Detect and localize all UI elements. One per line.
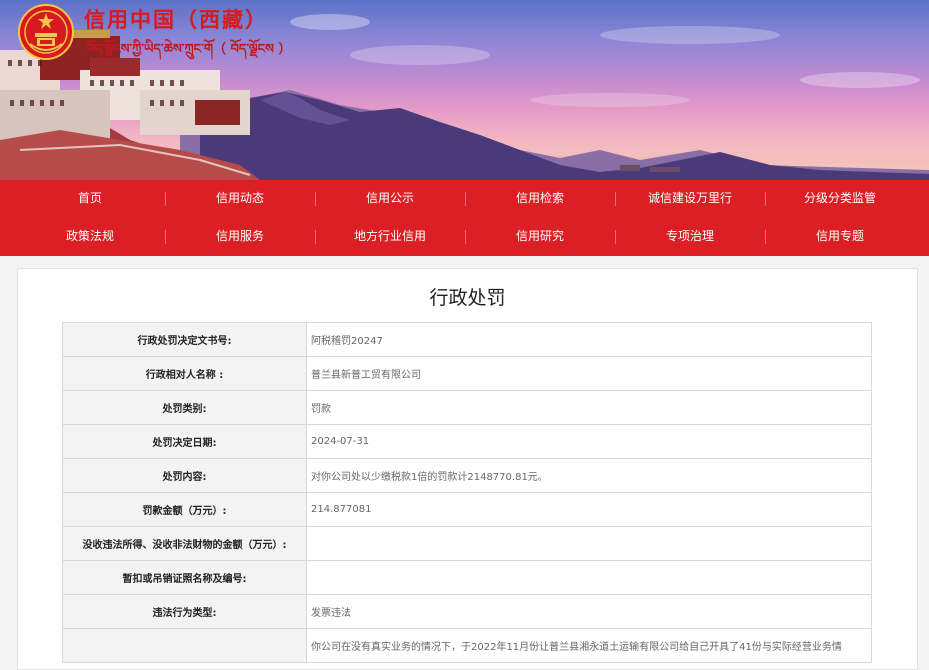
table-row: 罚款金额（万元）: 214.877081 bbox=[62, 492, 872, 527]
national-emblem-icon bbox=[18, 4, 74, 60]
field-value-penalty-content: 对你公司处以少缴税款1倍的罚款计2148770.81元。 bbox=[306, 458, 872, 493]
table-row: 处罚类别: 罚款 bbox=[62, 390, 872, 425]
table-row: 行政相对人名称 : 普兰县新普工贸有限公司 bbox=[62, 356, 872, 391]
nav-item-policies[interactable]: 政策法规 bbox=[15, 218, 165, 256]
field-label-violation-type: 违法行为类型: bbox=[62, 594, 307, 629]
field-label-penalty-content: 处罚内容: bbox=[62, 458, 307, 493]
header-banner: 信用中国（西藏） བོད་ལྗོངས་ཀྱི་ཡིད་ཆེས་ཀྲུང་གོ（ … bbox=[0, 0, 929, 180]
field-label-fine-amount: 罚款金额（万元）: bbox=[62, 492, 307, 527]
nav-item-credit-disclosure[interactable]: 信用公示 bbox=[315, 180, 465, 218]
nav-row-2: 政策法规 信用服务 地方行业信用 信用研究 专项治理 信用专题 bbox=[15, 218, 915, 256]
field-label-confiscation-amount: 没收违法所得、没收非法财物的金额（万元）: bbox=[62, 526, 307, 561]
table-row: 行政处罚决定文书号: 阿税稽罚20247 bbox=[62, 322, 872, 357]
field-value-penalty-category: 罚款 bbox=[306, 390, 872, 425]
nav-item-graded-supervision[interactable]: 分级分类监管 bbox=[765, 180, 915, 218]
table-row: 暂扣或吊销证照名称及编号: bbox=[62, 560, 872, 595]
page-title: 行政处罚 bbox=[429, 287, 506, 309]
table-row: 违法行为类型: 发票违法 bbox=[62, 594, 872, 629]
nav-item-local-industry-credit[interactable]: 地方行业信用 bbox=[315, 218, 465, 256]
nav-item-home[interactable]: 首页 bbox=[15, 180, 165, 218]
field-value-fine-amount: 214.877081 bbox=[306, 492, 872, 527]
field-label-violation-facts bbox=[62, 628, 307, 663]
field-value-violation-type: 发票违法 bbox=[306, 594, 872, 629]
nav-item-special-governance[interactable]: 专项治理 bbox=[615, 218, 765, 256]
nav-item-credit-topics[interactable]: 信用专题 bbox=[765, 218, 915, 256]
detail-card: 行政处罚 行政处罚决定文书号: 阿税稽罚20247 行政相对人名称 : 普兰县新… bbox=[17, 268, 918, 670]
field-label-penalty-category: 处罚类别: bbox=[62, 390, 307, 425]
field-value-confiscation-amount bbox=[306, 526, 872, 561]
table-row: 处罚决定日期: 2024-07-31 bbox=[62, 424, 872, 459]
nav-item-credit-search[interactable]: 信用检索 bbox=[465, 180, 615, 218]
table-row: 处罚内容: 对你公司处以少缴税款1倍的罚款计2148770.81元。 bbox=[62, 458, 872, 493]
field-value-decision-number: 阿税稽罚20247 bbox=[306, 322, 872, 357]
site-subtitle-tibetan: བོད་ལྗོངས་ཀྱི་ཡིད་ཆེས་ཀྲུང་གོ（ བོད་ལྗོངས… bbox=[86, 42, 292, 57]
site-title: 信用中国（西藏） bbox=[84, 8, 268, 32]
field-value-counterparty-name: 普兰县新普工贸有限公司 bbox=[306, 356, 872, 391]
nav-row-1: 首页 信用动态 信用公示 信用检索 诚信建设万里行 分级分类监管 bbox=[15, 180, 915, 218]
table-row: 没收违法所得、没收非法财物的金额（万元）: bbox=[62, 526, 872, 561]
table-row: 你公司在没有真实业务的情况下，于2022年11月份让普兰县湘永道土运输有限公司给… bbox=[62, 628, 872, 663]
field-label-decision-date: 处罚决定日期: bbox=[62, 424, 307, 459]
nav-item-credit-news[interactable]: 信用动态 bbox=[165, 180, 315, 218]
field-label-license-revocation: 暂扣或吊销证照名称及编号: bbox=[62, 560, 307, 595]
nav-item-credit-research[interactable]: 信用研究 bbox=[465, 218, 615, 256]
field-value-violation-facts: 你公司在没有真实业务的情况下，于2022年11月份让普兰县湘永道土运输有限公司给… bbox=[306, 628, 872, 663]
main-navigation: 首页 信用动态 信用公示 信用检索 诚信建设万里行 分级分类监管 政策法规 信用… bbox=[0, 180, 929, 256]
nav-item-integrity-campaign[interactable]: 诚信建设万里行 bbox=[615, 180, 765, 218]
field-value-decision-date: 2024-07-31 bbox=[306, 424, 872, 459]
field-label-decision-number: 行政处罚决定文书号: bbox=[62, 322, 307, 357]
penalty-detail-table: 行政处罚决定文书号: 阿税稽罚20247 行政相对人名称 : 普兰县新普工贸有限… bbox=[62, 322, 872, 663]
field-value-license-revocation bbox=[306, 560, 872, 595]
field-label-counterparty-name: 行政相对人名称 : bbox=[62, 356, 307, 391]
nav-item-credit-services[interactable]: 信用服务 bbox=[165, 218, 315, 256]
